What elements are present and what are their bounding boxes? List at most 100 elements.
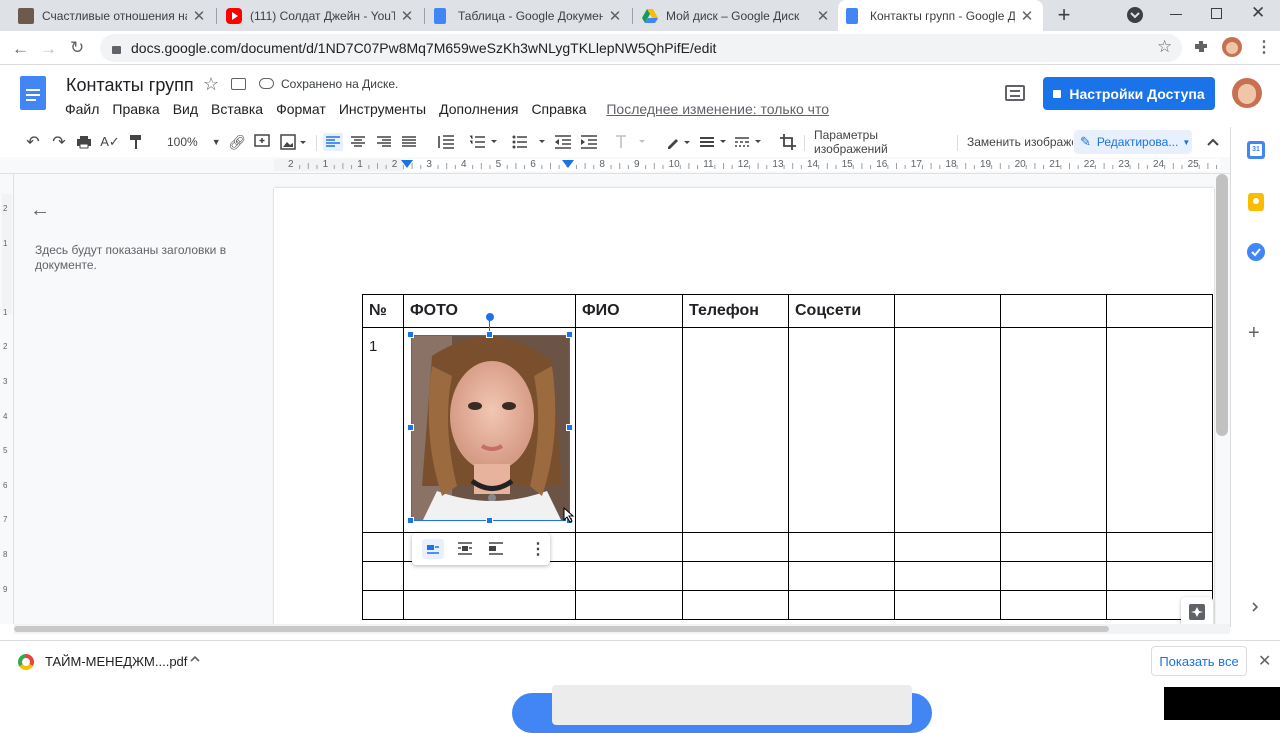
table-cell[interactable] [575, 590, 683, 620]
close-tab-icon[interactable]: ✕ [1019, 7, 1035, 25]
right-indent-marker-icon[interactable] [562, 160, 574, 170]
table-cell[interactable] [362, 590, 404, 620]
table-cell[interactable] [1000, 590, 1107, 620]
close-tab-icon[interactable]: ✕ [399, 7, 415, 25]
google-docs-logo-icon[interactable] [20, 76, 46, 110]
table-cell[interactable] [788, 561, 895, 591]
close-outline-arrow-icon[interactable]: ← [30, 199, 50, 222]
undo-icon[interactable]: ↶ [24, 133, 42, 151]
resize-handle[interactable] [566, 424, 573, 431]
forward-arrow-icon[interactable]: → [40, 39, 57, 59]
insert-link-icon[interactable]: 🔗︎ [228, 133, 246, 151]
tab-search-icon[interactable] [1127, 7, 1143, 23]
table-cell[interactable] [1106, 561, 1213, 591]
spellcheck-icon[interactable]: A✓ [100, 133, 120, 151]
clear-formatting-icon[interactable] [615, 133, 649, 151]
menu-view[interactable]: Вид [173, 101, 198, 117]
extensions-puzzle-icon[interactable] [1193, 39, 1209, 55]
browser-tab[interactable]: Таблица - Google Документы ✕ [426, 0, 631, 31]
table-cell[interactable] [1000, 561, 1107, 591]
table-cell[interactable] [894, 327, 1001, 533]
back-arrow-icon[interactable]: ← [12, 39, 29, 59]
share-button[interactable]: Настройки Доступа [1043, 77, 1215, 110]
reload-icon[interactable]: ↻ [70, 38, 84, 58]
table-header-cell[interactable]: Телефон [682, 294, 789, 328]
border-color-icon[interactable] [666, 133, 692, 151]
table-header-cell[interactable]: № [362, 294, 404, 328]
add-addon-plus-icon[interactable]: + [1248, 323, 1260, 343]
table-cell[interactable] [894, 561, 1001, 591]
table-cell[interactable] [1106, 532, 1213, 562]
browser-tab[interactable]: (111) Солдат Джейн - YouTub ✕ [218, 0, 423, 31]
break-text-icon[interactable] [485, 539, 507, 559]
wrap-inline-icon[interactable] [422, 539, 444, 559]
profile-avatar[interactable] [1222, 37, 1242, 57]
menu-help[interactable]: Справка [531, 101, 586, 117]
explore-button[interactable] [1181, 597, 1213, 627]
print-icon[interactable] [76, 133, 92, 151]
table-header-cell[interactable] [894, 294, 1001, 328]
increase-indent-icon[interactable] [581, 133, 597, 151]
menu-insert[interactable]: Вставка [211, 101, 263, 117]
browser-tab[interactable]: Счастливые отношения на ко ✕ [10, 0, 215, 31]
table-header-cell[interactable]: Соцсети [788, 294, 895, 328]
paint-format-icon[interactable] [128, 133, 144, 151]
last-edit-link[interactable]: Последнее изменение: только что [606, 101, 829, 117]
close-tab-icon[interactable]: ✕ [607, 7, 623, 25]
table-cell[interactable] [575, 561, 683, 591]
calendar-icon[interactable]: 31 [1247, 141, 1265, 159]
expand-panel-chevron-icon[interactable] [1249, 601, 1261, 613]
numbered-list-icon[interactable] [470, 133, 500, 151]
resize-handle[interactable] [407, 331, 414, 338]
account-avatar[interactable] [1232, 78, 1262, 108]
move-folder-icon[interactable] [231, 78, 246, 90]
star-icon[interactable]: ☆ [203, 74, 219, 95]
bulleted-list-icon[interactable] [512, 133, 546, 151]
table-cell[interactable] [682, 532, 789, 562]
new-tab-plus-icon[interactable]: + [1053, 4, 1075, 26]
resize-handle[interactable] [486, 517, 493, 524]
table-cell[interactable] [362, 561, 404, 591]
menu-file[interactable]: Файл [65, 101, 99, 117]
table-cell[interactable] [682, 561, 789, 591]
menu-addons[interactable]: Дополнения [439, 101, 518, 117]
close-tab-icon[interactable]: ✕ [191, 7, 207, 25]
horizontal-scrollbar-thumb[interactable] [14, 626, 1109, 632]
editing-mode-select[interactable]: ✎ Редактирова... ▼ [1074, 130, 1192, 154]
menu-format[interactable]: Формат [276, 101, 326, 117]
table-cell[interactable] [1106, 327, 1213, 533]
close-window-icon[interactable]: ✕ [1251, 3, 1265, 23]
table-cell[interactable] [1000, 327, 1107, 533]
table-cell[interactable] [894, 532, 1001, 562]
redo-icon[interactable]: ↷ [50, 133, 68, 151]
minimize-window-icon[interactable] [1170, 14, 1182, 15]
show-all-downloads-button[interactable]: Показать все [1151, 646, 1247, 676]
table-cell[interactable] [575, 532, 683, 562]
table-cell[interactable] [788, 532, 895, 562]
more-options-icon[interactable]: ⋮ [530, 539, 546, 559]
table-cell[interactable] [1000, 532, 1107, 562]
document-title[interactable]: Контакты групп [66, 75, 194, 96]
url-field[interactable]: docs.google.com/document/d/1ND7C07Pw8Mq7… [100, 34, 1182, 62]
table-cell[interactable] [682, 327, 789, 533]
table-cell-number[interactable]: 1 [362, 327, 404, 533]
portrait-photo[interactable] [411, 335, 570, 521]
align-left-icon[interactable] [323, 133, 343, 151]
rotate-handle[interactable] [486, 313, 494, 321]
align-center-icon[interactable] [350, 133, 366, 151]
vertical-scrollbar-thumb[interactable] [1216, 174, 1228, 436]
restore-window-icon[interactable] [1211, 8, 1222, 19]
table-header-cell[interactable]: ФИО [575, 294, 683, 328]
table-header-cell[interactable] [1106, 294, 1213, 328]
line-spacing-icon[interactable] [436, 133, 454, 151]
decrease-indent-icon[interactable] [555, 133, 571, 151]
tasks-icon[interactable] [1247, 243, 1265, 261]
download-file-name[interactable]: ТАЙМ-МЕНЕДЖМ....pdf [45, 654, 187, 669]
close-downloads-bar-icon[interactable]: ✕ [1258, 651, 1271, 671]
table-cell[interactable] [403, 561, 576, 591]
browser-tab[interactable]: Мой диск – Google Диск ✕ [634, 0, 839, 31]
menu-edit[interactable]: Правка [112, 101, 159, 117]
image-options-button[interactable]: Параметры изображений [814, 128, 950, 156]
table-cell[interactable] [894, 590, 1001, 620]
collapse-menu-chevron-up-icon[interactable] [1205, 133, 1221, 151]
